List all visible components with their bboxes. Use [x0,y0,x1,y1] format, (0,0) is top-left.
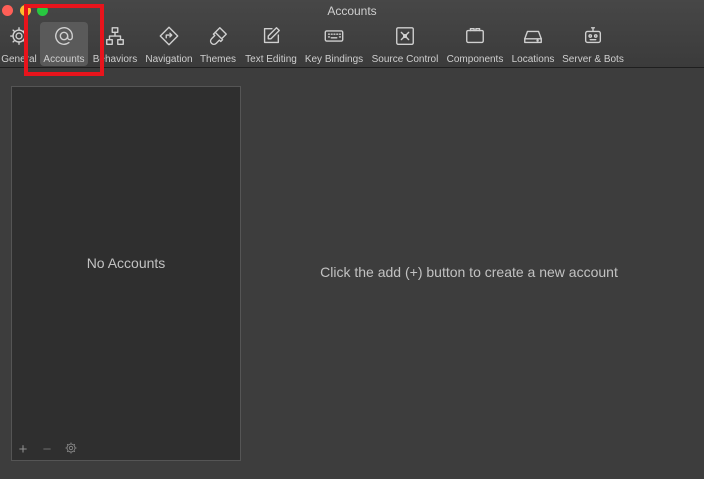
gear-icon [65,441,77,458]
title-bar: Accounts General Accounts Behaviors Navi… [0,0,704,68]
preferences-toolbar: General Accounts Behaviors Navigation Th… [0,22,704,66]
brush-icon [206,24,230,48]
at-icon [52,24,76,48]
components-icon [463,24,487,48]
preferences-window: Accounts General Accounts Behaviors Navi… [0,0,704,479]
keyboard-icon [322,24,346,48]
add-account-button[interactable]: + [16,442,30,457]
source-control-icon [393,24,417,48]
account-options-button[interactable] [64,442,78,457]
tab-server-bots[interactable]: Server & Bots [560,22,626,66]
tab-key-bindings[interactable]: Key Bindings [303,22,365,66]
edit-icon [259,24,283,48]
gear-icon [7,24,31,48]
navigation-icon [157,24,181,48]
no-accounts-label: No Accounts [86,255,166,271]
drive-icon [521,24,545,48]
tab-text-editing[interactable]: Text Editing [242,22,300,66]
tab-general[interactable]: General [0,22,38,66]
hierarchy-icon [103,24,127,48]
tab-locations[interactable]: Locations [510,22,556,66]
tab-source-control[interactable]: Source Control [369,22,441,66]
accounts-list-toolbar: + − [16,440,78,458]
tab-themes[interactable]: Themes [199,22,237,66]
empty-detail-message: Click the add (+) button to create a new… [320,264,618,280]
robot-icon [581,24,605,48]
remove-account-button[interactable]: − [40,442,54,457]
tab-accounts[interactable]: Accounts [40,22,88,66]
accounts-list[interactable]: No Accounts + − [11,86,241,461]
tab-navigation[interactable]: Navigation [143,22,195,66]
tab-components[interactable]: Components [445,22,505,66]
tab-behaviors[interactable]: Behaviors [92,22,138,66]
window-title: Accounts [327,4,377,18]
